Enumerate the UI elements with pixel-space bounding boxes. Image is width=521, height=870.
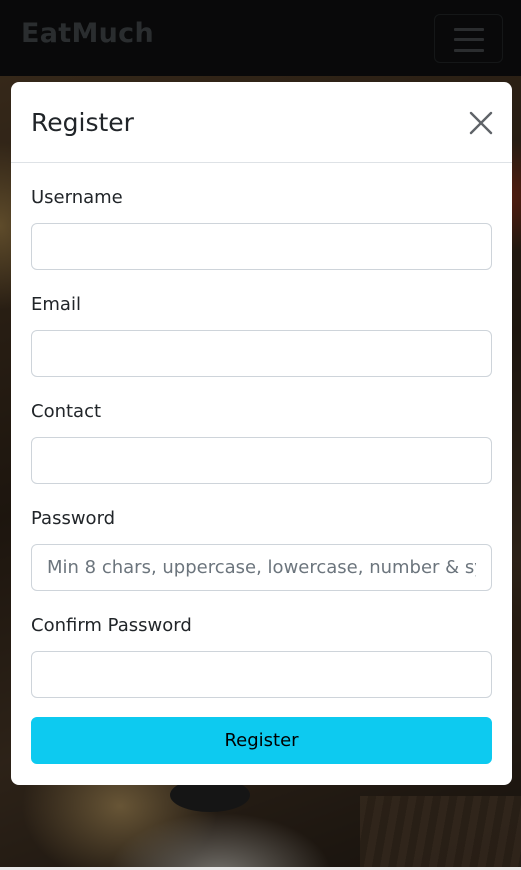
email-label: Email [31, 294, 81, 315]
confirm-password-input[interactable] [31, 651, 492, 698]
close-icon [469, 111, 493, 135]
contact-input[interactable] [31, 437, 492, 484]
username-label: Username [31, 187, 123, 208]
close-button[interactable] [467, 109, 495, 137]
password-input[interactable] [31, 544, 492, 591]
email-input[interactable] [31, 330, 492, 377]
confirm-password-label: Confirm Password [31, 615, 192, 636]
username-input[interactable] [31, 223, 492, 270]
modal-header: Register [11, 82, 512, 163]
register-submit-button[interactable]: Register [31, 717, 492, 764]
register-modal: Register Username Email Contact Password… [11, 82, 512, 785]
modal-title: Register [31, 108, 134, 137]
password-label: Password [31, 508, 116, 529]
contact-label: Contact [31, 401, 102, 422]
